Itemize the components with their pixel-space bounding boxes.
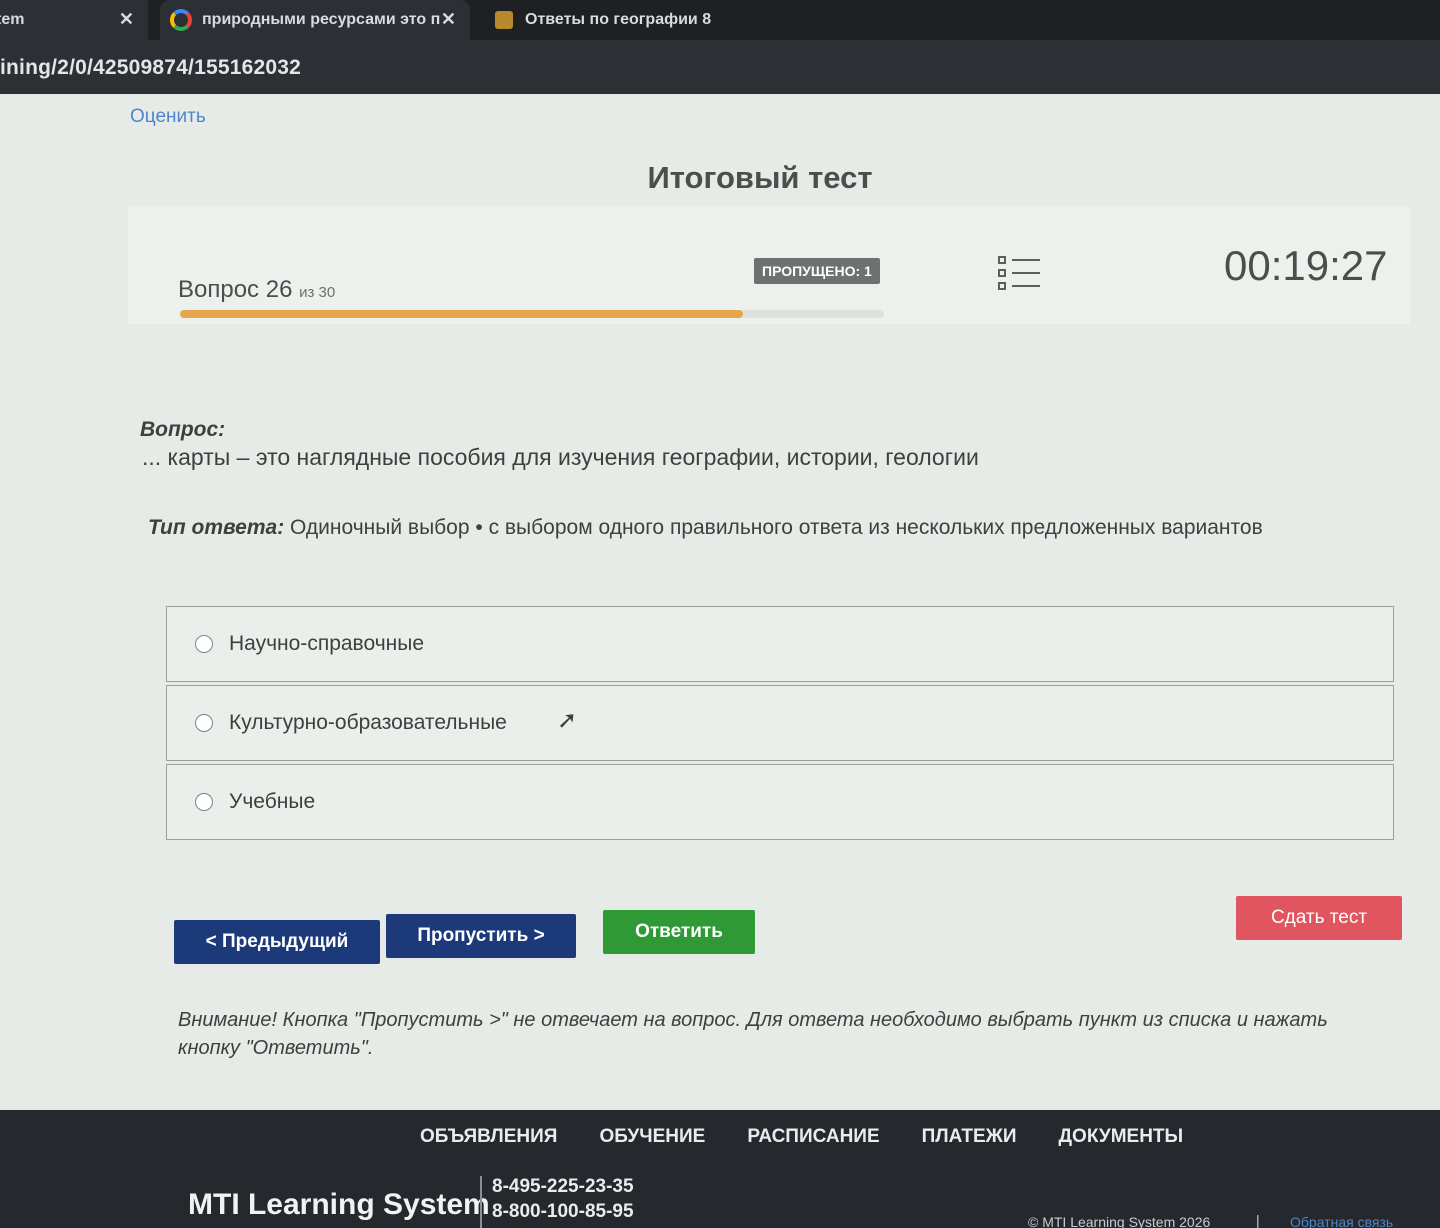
answer-type: Тип ответа: Одиночный выбор • с выбором … <box>148 516 1263 540</box>
radio-button[interactable] <box>195 714 213 732</box>
footer-link-documents[interactable]: ДОКУМЕНТЫ <box>1059 1126 1184 1148</box>
close-icon[interactable]: ✕ <box>119 9 134 30</box>
feedback-link[interactable]: Обратная связь <box>1290 1214 1393 1228</box>
footer-link-schedule[interactable]: РАСПИСАНИЕ <box>747 1126 879 1148</box>
answer-option[interactable]: Культурно-образовательные ➚ <box>166 685 1394 761</box>
browser-tab[interactable]: tem ✕ <box>0 0 148 40</box>
footer-nav: ОБЪЯВЛЕНИЯ ОБУЧЕНИЕ РАСПИСАНИЕ ПЛАТЕЖИ Д… <box>420 1126 1183 1148</box>
page-title: Итоговый тест <box>647 160 873 195</box>
copyright: © MTI Learning System 2026 <box>1028 1214 1211 1228</box>
footer-link-announcements[interactable]: ОБЪЯВЛЕНИЯ <box>420 1126 557 1148</box>
tab-title: tem <box>0 11 25 28</box>
brand-logo-text: MTI Learning System <box>188 1188 490 1221</box>
phone-number: 8-800-100-85-95 <box>492 1201 634 1222</box>
radio-button[interactable] <box>195 635 213 653</box>
answer-type-value: Одиночный выбор • с выбором одного прави… <box>284 516 1263 539</box>
question-list-icon[interactable] <box>998 254 1042 292</box>
tab-title: Ответы по географии 8 <box>525 11 712 28</box>
address-bar[interactable]: ining/2/0/42509874/155162032 <box>0 40 1440 94</box>
footer-separator: | <box>1256 1212 1260 1228</box>
answer-option[interactable]: Научно-справочные <box>166 606 1394 682</box>
submit-test-button[interactable]: Сдать тест <box>1236 896 1402 940</box>
warning-note: Внимание! Кнопка "Пропустить >" не отвеч… <box>178 1009 1328 1059</box>
answer-option[interactable]: Учебные <box>166 764 1394 840</box>
progress-bar <box>180 310 884 318</box>
question-counter: Вопрос 26 из 30 <box>178 276 335 304</box>
question-total: из 30 <box>299 284 336 301</box>
progress-bar-fill <box>180 310 744 318</box>
url-text[interactable]: ining/2/0/42509874/155162032 <box>0 56 301 80</box>
skipped-badge: ПРОПУЩЕНО: 1 <box>754 258 880 284</box>
option-label: Научно-справочные <box>229 632 424 655</box>
previous-button[interactable]: < Предыдущий <box>174 920 380 964</box>
tab-title: природными ресурсами это п <box>202 11 441 28</box>
close-icon[interactable]: ✕ <box>441 9 456 30</box>
answer-button[interactable]: Ответить <box>603 910 755 954</box>
footer-link-learning[interactable]: ОБУЧЕНИЕ <box>599 1126 705 1148</box>
browser-tab-bar: tem ✕ природными ресурсами это п ✕ Ответ… <box>0 0 1440 40</box>
answer-type-label: Тип ответа: <box>148 516 285 539</box>
browser-tab-active[interactable]: природными ресурсами это п ✕ <box>160 0 470 40</box>
site-favicon-icon <box>495 11 513 29</box>
question-text: ... карты – это наглядные пособия для из… <box>142 444 979 470</box>
skip-button[interactable]: Пропустить > <box>386 914 576 958</box>
question-number: Вопрос 26 <box>178 276 293 303</box>
radio-button[interactable] <box>195 793 213 811</box>
mouse-cursor-icon: ➚ <box>557 707 578 734</box>
footer-link-payments[interactable]: ПЛАТЕЖИ <box>922 1126 1017 1148</box>
answer-options: Научно-справочные Культурно-образователь… <box>166 606 1394 843</box>
question-heading: Вопрос: <box>140 418 226 441</box>
option-label: Учебные <box>229 790 316 813</box>
option-label: Культурно-образовательные <box>229 711 507 734</box>
google-icon <box>170 9 192 31</box>
progress-panel: Вопрос 26 из 30 ПРОПУЩЕНО: 1 00:19:27 <box>128 206 1410 324</box>
rate-link[interactable]: Оценить <box>130 106 206 128</box>
contact-phones: 8-495-225-23-35 8-800-100-85-95 <box>492 1174 634 1224</box>
footer-divider <box>480 1176 482 1228</box>
browser-tab[interactable]: Ответы по географии 8 <box>495 0 735 40</box>
phone-number: 8-495-225-23-35 <box>492 1176 634 1197</box>
footer: ОБЪЯВЛЕНИЯ ОБУЧЕНИЕ РАСПИСАНИЕ ПЛАТЕЖИ Д… <box>0 1110 1440 1228</box>
test-page: Оценить Итоговый тест Вопрос 26 из 30 ПР… <box>0 94 1440 1110</box>
timer: 00:19:27 <box>1224 242 1388 289</box>
